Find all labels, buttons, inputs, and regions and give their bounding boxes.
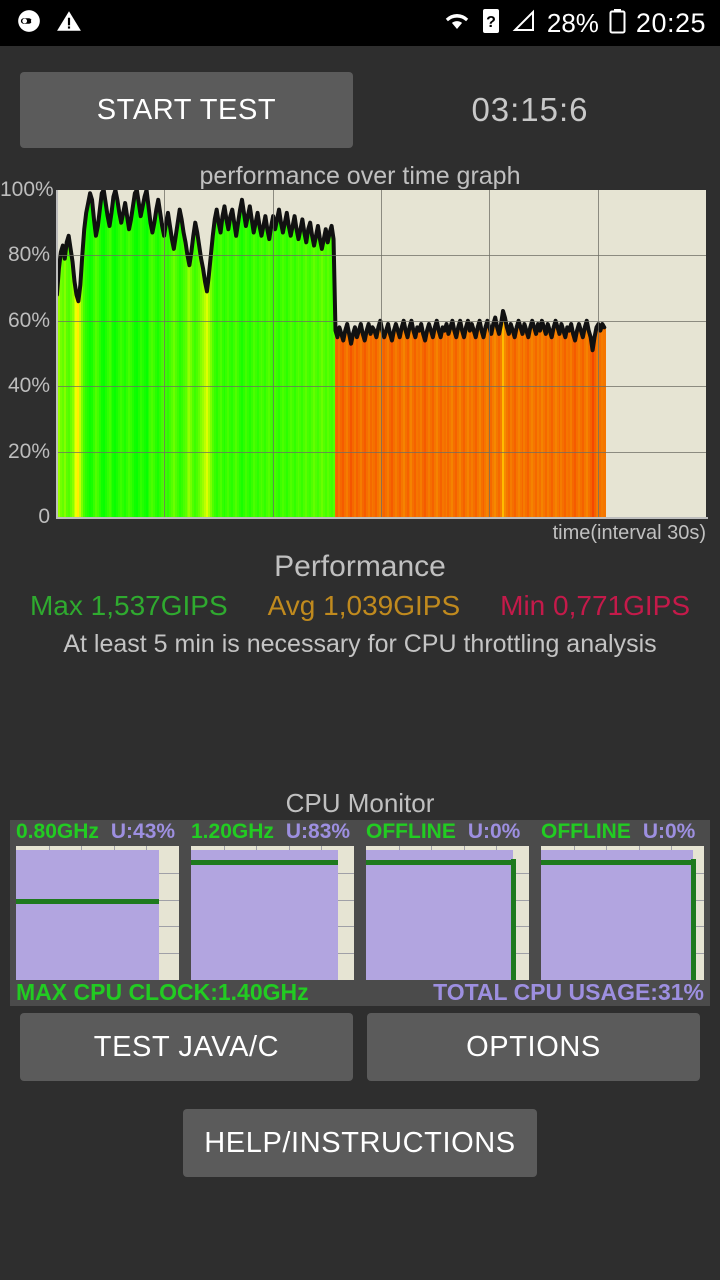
performance-note: At least 5 min is necessary for CPU thro… <box>63 630 657 658</box>
status-bar-right-icons: ? 28% 20:25 <box>443 8 706 39</box>
cpu-core-freq-drop-3 <box>690 859 696 980</box>
wifi-icon <box>443 9 471 38</box>
cpu-core-0: 0.80GHz U:43% <box>10 820 185 980</box>
start-test-button[interactable]: START TEST <box>20 72 353 148</box>
cpu-monitor-footer: MAX CPU CLOCK:1.40GHz TOTAL CPU USAGE:31… <box>10 978 710 1006</box>
cpu-core-frequency-3: OFFLINE <box>541 820 631 843</box>
battery-icon <box>609 8 626 39</box>
cpu-core-freq-line-2 <box>366 859 513 865</box>
cpu-core-header-1: 1.20GHz U:83% <box>191 820 366 844</box>
cpu-core-usage-0: U:43% <box>110 820 176 843</box>
total-cpu-usage: TOTAL CPU USAGE:31% <box>433 978 704 1005</box>
axis-line-left <box>56 190 58 519</box>
y-axis-tick: 80% <box>7 243 50 267</box>
cpu-core-list: 0.80GHz U:43% 1.20GHz U:83% OFFLINE U:0% OFFLI… <box>10 820 710 980</box>
y-axis-tick: 60% <box>7 308 50 332</box>
cpu-core-frequency-1: 1.20GHz <box>191 820 274 843</box>
y-axis-labels: 100% 80% 60% 40% 20% 0 <box>0 178 720 528</box>
cpu-core-usage-fill-2 <box>366 850 513 980</box>
sim-unknown-icon: ? <box>481 8 501 39</box>
test-java-c-button[interactable]: TEST JAVA/C <box>20 1013 353 1081</box>
performance-max: Max 1,537GIPS <box>29 590 228 621</box>
help-instructions-button[interactable]: HELP/INSTRUCTIONS <box>183 1109 537 1177</box>
cpu-core-graph-0 <box>16 846 179 980</box>
cpu-core-1: 1.20GHz U:83% <box>185 820 360 980</box>
y-axis-tick: 20% <box>7 439 50 463</box>
cpu-core-usage-1: U:83% <box>285 820 351 843</box>
cpu-core-frequency-2: OFFLINE <box>366 820 456 843</box>
signal-icon <box>511 9 537 38</box>
cpu-core-usage-fill-1 <box>191 850 338 980</box>
top-controls: START TEST 03:15:6 <box>0 46 720 156</box>
y-axis-tick: 40% <box>7 374 50 398</box>
status-bar-left-icons <box>16 8 82 39</box>
cpu-monitor-panel: 0.80GHz U:43% 1.20GHz U:83% OFFLINE U:0% OFFLI… <box>10 820 710 1006</box>
cpu-core-3: OFFLINE U:0% <box>535 820 710 980</box>
performance-avg: Avg 1,039GIPS <box>267 590 461 621</box>
cpu-core-usage-2: U:0% <box>467 820 521 843</box>
cpu-core-header-3: OFFLINE U:0% <box>541 820 716 844</box>
performance-graph: 100% 80% 60% 40% 20% 0 <box>0 178 720 528</box>
svg-text:?: ? <box>486 14 496 31</box>
cpu-core-freq-line-3 <box>541 859 693 865</box>
options-button[interactable]: OPTIONS <box>367 1013 700 1081</box>
battery-percent: 28% <box>546 7 599 38</box>
clock-time: 20:25 <box>635 7 706 38</box>
cpu-core-freq-line-0 <box>16 898 160 904</box>
cpu-core-usage-fill-0 <box>16 850 160 980</box>
sync-icon <box>16 8 42 39</box>
cpu-core-frequency-0: 0.80GHz <box>16 820 99 843</box>
axis-line-bottom <box>56 517 708 519</box>
cpu-core-2: OFFLINE U:0% <box>360 820 535 980</box>
y-axis-tick: 100% <box>0 178 54 201</box>
cpu-core-usage-fill-3 <box>541 850 693 980</box>
status-bar: ? 28% 20:25 <box>0 0 720 46</box>
cpu-core-graph-1 <box>191 846 354 980</box>
cpu-monitor-heading: CPU Monitor <box>285 788 435 818</box>
y-axis-tick: 0 <box>38 505 50 528</box>
performance-heading: Performance <box>274 550 446 583</box>
cpu-core-header-2: OFFLINE U:0% <box>366 820 541 844</box>
max-cpu-clock: MAX CPU CLOCK:1.40GHz <box>16 978 309 1005</box>
performance-stats: Max 1,537GIPS Avg 1,039GIPS Min 0,771GIP… <box>0 590 720 622</box>
elapsed-timer: 03:15:6 <box>471 91 589 128</box>
performance-min: Min 0,771GIPS <box>500 590 691 621</box>
cpu-core-usage-3: U:0% <box>642 820 696 843</box>
cpu-core-freq-drop-2 <box>510 859 516 980</box>
warning-icon <box>56 8 82 39</box>
cpu-core-graph-2 <box>366 846 529 980</box>
cpu-core-freq-line-1 <box>191 859 338 865</box>
cpu-core-graph-3 <box>541 846 704 980</box>
cpu-core-header-0: 0.80GHz U:43% <box>16 820 191 844</box>
x-axis-label: time(interval 30s) <box>552 522 706 544</box>
